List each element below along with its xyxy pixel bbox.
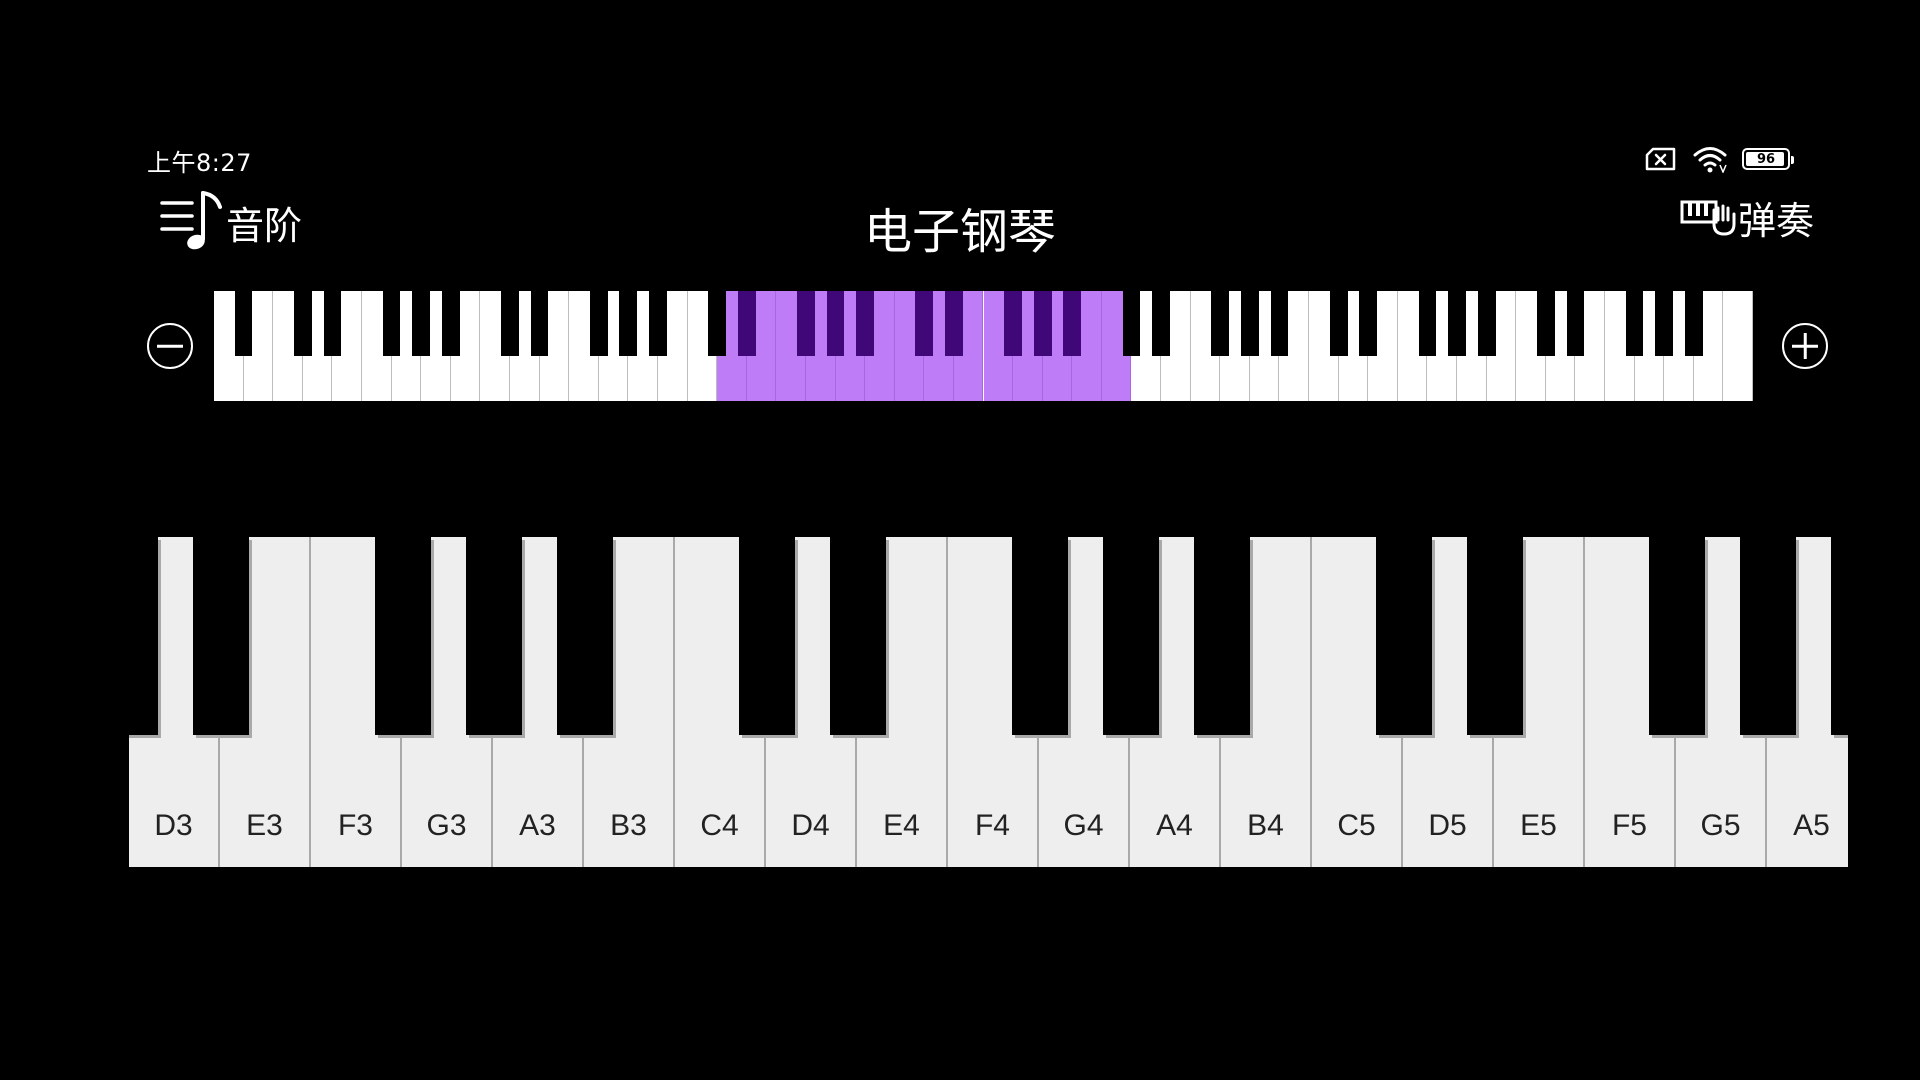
sim-blocked-icon [1644,146,1678,172]
black-key[interactable] [556,537,613,735]
note-label: G5 [1700,809,1741,842]
black-key[interactable] [738,537,795,735]
note-label: F3 [337,809,373,842]
overview-black-key [1211,291,1230,356]
battery-level: 96 [1756,151,1776,167]
overview-black-key [293,291,312,356]
note-label: C5 [1337,809,1376,842]
black-key[interactable] [1466,537,1523,735]
zoom-out-button[interactable] [147,323,193,369]
black-key[interactable] [1830,537,1848,735]
page-title: 电子钢琴 [863,204,1056,260]
note-label: D5 [1428,809,1467,842]
battery-icon: 96 [1742,148,1794,170]
status-time: 上午8:27 [147,149,252,177]
black-key[interactable] [465,537,522,735]
black-key[interactable] [1648,537,1705,735]
keyboard-range-overview[interactable] [214,291,1753,401]
overview-black-key [1240,291,1259,356]
overview-black-key [441,291,460,356]
black-key[interactable] [1102,537,1159,735]
note-label: E3 [246,809,283,842]
play-button[interactable]: 弹奏 [1680,190,1814,245]
black-key[interactable] [129,537,158,735]
overview-black-key [1359,291,1378,356]
overview-black-key [1448,291,1466,356]
black-key[interactable] [192,537,249,735]
note-label: A3 [519,809,556,842]
overview-black-key [1536,291,1555,356]
overview-black-key [1270,291,1289,356]
note-label: E4 [883,809,920,842]
note-label: C4 [700,809,739,842]
visible-range-window[interactable] [717,291,1131,401]
overview-black-key [649,291,667,356]
play-label: 弹奏 [1738,199,1815,243]
piano-hand-icon [1680,194,1738,242]
note-label: D3 [154,809,193,842]
overview-white-key [1723,291,1753,401]
overview-black-key [1152,291,1170,356]
overview-black-key [619,291,638,356]
note-label: F5 [1611,809,1647,842]
overview-black-key [382,291,401,356]
screen: 上午8:27 96 音阶 电子钢琴 弹奏 D3 E3 F3 G3 A3 B3 C… [0,0,1920,1080]
overview-black-key [1329,291,1348,356]
overview-black-key [412,291,431,356]
note-label: B4 [1247,809,1284,842]
note-label: A5 [1793,809,1830,842]
overview-black-key [323,291,342,356]
overview-black-key [234,291,253,356]
overview-black-key [501,291,519,356]
overview-black-key [1418,291,1437,356]
note-label: G3 [426,809,467,842]
overview-black-key [1625,291,1644,356]
overview-black-key [1477,291,1496,356]
piano-keyboard[interactable]: D3 E3 F3 G3 A3 B3 C4 D4 E4 F4 G4 A4 B4 C5 D5 E5 F5 G5 A5 [129,537,1848,867]
black-key[interactable] [1739,537,1796,735]
overview-black-key [1684,291,1703,356]
black-key[interactable] [829,537,886,735]
black-key[interactable] [374,537,431,735]
overview-black-key [1566,291,1585,356]
note-label: B3 [610,809,647,842]
overview-black-key [589,291,608,356]
note-label: D4 [791,809,830,842]
zoom-in-button[interactable] [1782,323,1828,369]
black-key[interactable] [1011,537,1068,735]
note-label: G4 [1063,809,1104,842]
overview-black-key [530,291,549,356]
overview-black-key [1655,291,1674,356]
note-label: F4 [974,809,1010,842]
note-label: E5 [1520,809,1557,842]
black-key[interactable] [1375,537,1432,735]
black-key[interactable] [1193,537,1250,735]
wifi-icon [1692,145,1728,173]
note-label: A4 [1156,809,1193,842]
status-icons: 96 [1644,144,1794,174]
